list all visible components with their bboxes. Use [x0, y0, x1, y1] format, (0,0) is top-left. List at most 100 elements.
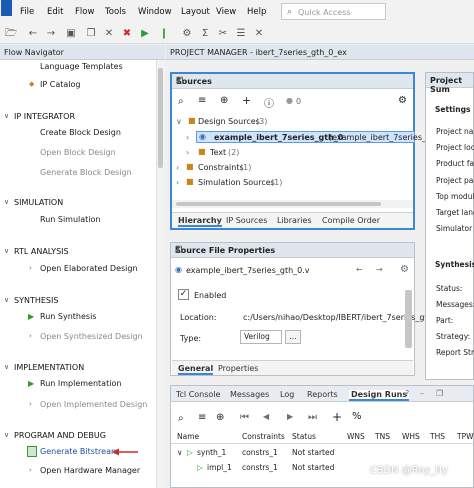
tab-libraries[interactable]: Libraries [277, 216, 312, 225]
section-implementation[interactable]: ∨ IMPLEMENTATION [4, 363, 84, 372]
col-wns[interactable]: WNS [347, 432, 365, 441]
gear-icon[interactable]: ⚙ [398, 95, 407, 106]
collapse-all-icon[interactable]: ≡ [198, 412, 206, 423]
forward-icon[interactable]: → [44, 27, 58, 41]
program-icon[interactable]: ❙ [157, 27, 171, 41]
quick-access-input[interactable]: ⌕ Quick Access [281, 3, 386, 20]
scissors-icon[interactable]: ✂ [216, 27, 230, 41]
col-ths[interactable]: THS [430, 432, 445, 441]
prev-icon[interactable]: ◀ [263, 412, 269, 421]
close-x-icon[interactable]: ✕ [252, 27, 266, 41]
tab-tcl-console[interactable]: Tcl Console [176, 390, 220, 399]
percent-icon[interactable]: % [352, 411, 362, 422]
menu-view[interactable]: View [216, 7, 236, 17]
expand-arrow-icon[interactable]: › [29, 264, 32, 272]
tab-design-runs[interactable]: Design Runs [349, 390, 410, 401]
section-simulation[interactable]: ∨ SIMULATION [4, 198, 63, 207]
menu-tools[interactable]: Tools [105, 7, 126, 17]
menu-window[interactable]: Window [138, 7, 172, 17]
tree-constraints[interactable]: Constraints [198, 163, 244, 172]
col-tns[interactable]: TNS [375, 432, 390, 441]
expand-arrow-icon[interactable]: › [29, 400, 32, 408]
col-constraints[interactable]: Constraints [242, 432, 285, 441]
properties-icon[interactable]: ⓘ [264, 95, 274, 110]
help-icon[interactable]: ? [405, 389, 409, 398]
save-icon[interactable]: ▣ [64, 27, 78, 41]
tab-log[interactable]: Log [280, 390, 294, 399]
tab-properties[interactable]: Properties [218, 364, 258, 373]
col-tpw[interactable]: TPW [457, 432, 474, 441]
chevron-down-icon[interactable]: ∨ [177, 448, 183, 457]
nav-run-synthesis[interactable]: Run Synthesis [40, 312, 96, 321]
gear-icon[interactable]: ⚙ [400, 264, 409, 275]
open-project-icon[interactable]: 🗁 [4, 27, 18, 41]
expand-arrow-icon[interactable]: › [29, 332, 32, 340]
section-rtl-analysis[interactable]: ∨ RTL ANALYSIS [4, 247, 69, 256]
chevron-right-icon[interactable]: › [186, 133, 189, 142]
back-icon[interactable]: ← [356, 265, 363, 274]
tab-hierarchy[interactable]: Hierarchy [178, 216, 222, 227]
nav-open-implemented-design[interactable]: Open Implemented Design [40, 400, 147, 409]
nav-generate-block-design[interactable]: Generate Block Design [40, 168, 132, 177]
menu-help[interactable]: Help [247, 7, 266, 17]
collapse-all-icon[interactable]: ≡ [198, 95, 206, 106]
maximize-icon[interactable]: □ [175, 245, 410, 254]
nav-open-elaborated-design[interactable]: Open Elaborated Design [40, 264, 138, 273]
skip-end-icon[interactable]: ⏭ [308, 412, 317, 423]
cancel-icon[interactable]: ✖ [120, 27, 134, 41]
skip-start-icon[interactable]: ⏮ [240, 412, 249, 423]
forward-icon[interactable]: → [376, 265, 383, 274]
nav-open-synthesized-design[interactable]: Open Synthesized Design [40, 332, 143, 341]
flow-navigator-scroll-thumb[interactable] [158, 68, 163, 168]
sum-icon[interactable]: Σ [198, 27, 212, 41]
section-ip-integrator[interactable]: ∨ IP INTEGRATOR [4, 112, 75, 121]
col-status[interactable]: Status [292, 432, 316, 441]
minimize-icon[interactable]: – [420, 389, 424, 398]
back-icon[interactable]: ← [26, 27, 40, 41]
nav-open-block-design[interactable]: Open Block Design [40, 148, 116, 157]
section-synthesis[interactable]: ∨ SYNTHESIS [4, 296, 58, 305]
search-icon[interactable]: ⌕ [178, 96, 184, 107]
expand-arrow-icon[interactable]: › [29, 466, 32, 474]
search-icon[interactable]: ⌕ [178, 413, 184, 424]
nav-generate-bitstream[interactable]: Generate Bitstream [40, 447, 119, 456]
restore-icon[interactable]: ❐ [436, 389, 443, 398]
sfp-scroll-thumb[interactable] [405, 290, 412, 348]
expand-all-icon[interactable]: ⊕ [220, 95, 228, 106]
tree-simulation-sources[interactable]: Simulation Sources [198, 178, 275, 187]
type-more-button[interactable]: ... [285, 330, 301, 344]
section-program-and-debug[interactable]: ∨ PROGRAM AND DEBUG [4, 431, 106, 440]
dashboard-icon[interactable]: ☰ [234, 27, 248, 41]
maximize-icon[interactable]: □ [176, 76, 409, 85]
add-run-icon[interactable]: + [332, 410, 342, 424]
delete-icon[interactable]: ✕ [102, 27, 116, 41]
run-icon[interactable]: ▶ [138, 27, 152, 41]
menu-layout[interactable]: Layout [181, 7, 210, 17]
tree-text[interactable]: Text [210, 148, 226, 157]
type-field[interactable]: Verilog [240, 330, 282, 344]
table-row[interactable]: ∨ ▷ synth_1 constrs_1 Not started [171, 446, 473, 459]
menu-file[interactable]: File [20, 7, 34, 17]
chevron-down-icon[interactable]: ∨ [176, 117, 182, 126]
nav-ip-catalog[interactable]: IP Catalog [40, 80, 80, 89]
menu-flow[interactable]: Flow [75, 7, 94, 17]
chevron-right-icon[interactable]: › [176, 163, 179, 172]
copy-icon[interactable]: ❐ [84, 27, 98, 41]
nav-run-simulation[interactable]: Run Simulation [40, 215, 101, 224]
tab-messages[interactable]: Messages [230, 390, 269, 399]
nav-open-hardware-manager[interactable]: Open Hardware Manager [40, 466, 140, 475]
tree-top-module[interactable]: example_ibert_7series_gth_0 [214, 133, 343, 142]
col-whs[interactable]: WHS [402, 432, 420, 441]
chevron-right-icon[interactable]: › [176, 178, 179, 187]
col-name[interactable]: Name [177, 432, 199, 441]
next-icon[interactable]: ▶ [287, 412, 293, 421]
tab-general[interactable]: General [178, 364, 214, 375]
expand-all-icon[interactable]: ⊕ [216, 412, 224, 423]
tab-reports[interactable]: Reports [307, 390, 338, 399]
add-sources-icon[interactable]: + [242, 94, 251, 107]
nav-language-templates[interactable]: Language Templates [40, 62, 123, 71]
chevron-right-icon[interactable]: › [186, 148, 189, 157]
nav-run-implementation[interactable]: Run Implementation [40, 379, 121, 388]
tab-compile-order[interactable]: Compile Order [322, 216, 380, 225]
sources-hscroll-thumb[interactable] [176, 202, 381, 206]
